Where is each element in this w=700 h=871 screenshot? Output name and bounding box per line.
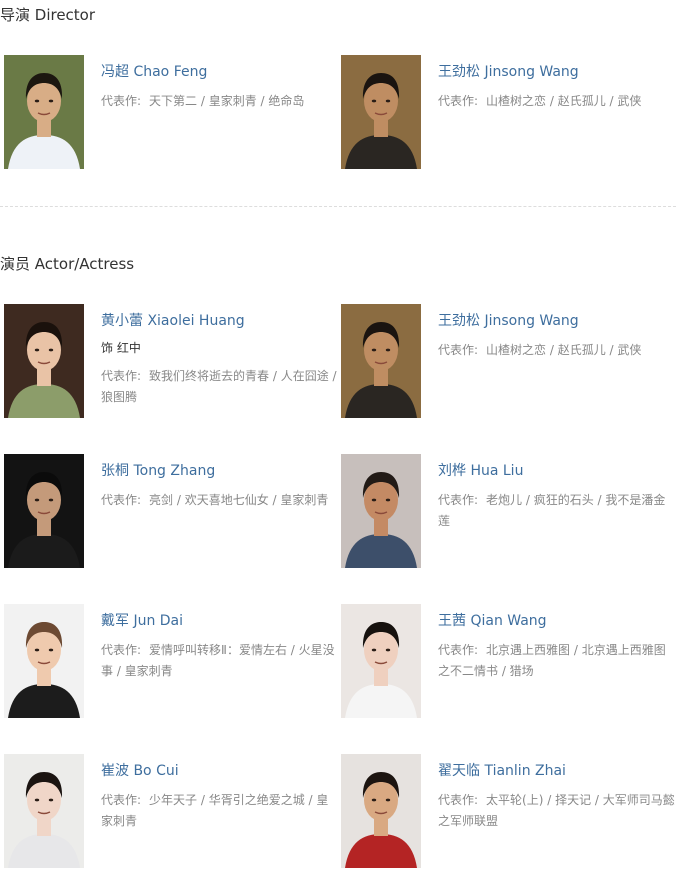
actor-name-link[interactable]: 刘桦 Hua Liu bbox=[438, 462, 676, 480]
director-info: 王劲松 Jinsong Wang 代表作: 山楂树之恋 / 赵氏孤儿 / 武侠 bbox=[438, 63, 676, 112]
works-label: 代表作: bbox=[101, 493, 142, 507]
director-photo[interactable] bbox=[4, 55, 84, 169]
actor-photo[interactable] bbox=[4, 454, 84, 568]
actor-info: 刘桦 Hua Liu 代表作: 老炮儿 / 疯狂的石头 / 我不是潘金莲 bbox=[438, 462, 676, 532]
actor-card: 崔波 Bo Cui 代表作: 少年天子 / 华胥引之绝爱之城 / 皇家刺青 bbox=[4, 754, 340, 870]
director-card: 冯超 Chao Feng 代表作: 天下第二 / 皇家刺青 / 绝命岛 bbox=[4, 55, 340, 171]
director-name-link[interactable]: 冯超 Chao Feng bbox=[101, 63, 339, 81]
section-divider bbox=[0, 206, 676, 207]
representative-works: 代表作: 太平轮(上) / 择天记 / 大军师司马懿之军师联盟 bbox=[438, 790, 676, 832]
actor-photo[interactable] bbox=[341, 754, 421, 868]
actor-info: 王茜 Qian Wang 代表作: 北京遇上西雅图 / 北京遇上西雅图之不二情书 /… bbox=[438, 612, 676, 682]
actor-name-link[interactable]: 张桐 Tong Zhang bbox=[101, 462, 339, 480]
works-label: 代表作: bbox=[438, 94, 479, 108]
actor-name-link[interactable]: 戴军 Jun Dai bbox=[101, 612, 339, 630]
director-section-title: 导演 Director bbox=[0, 6, 96, 24]
works-list: 山楂树之恋 / 赵氏孤儿 / 武侠 bbox=[486, 343, 642, 357]
actor-name-link[interactable]: 崔波 Bo Cui bbox=[101, 762, 339, 780]
works-label: 代表作: bbox=[438, 643, 479, 657]
actor-card: 王劲松 Jinsong Wang 代表作: 山楂树之恋 / 赵氏孤儿 / 武侠 bbox=[341, 304, 677, 420]
actor-card: 王茜 Qian Wang 代表作: 北京遇上西雅图 / 北京遇上西雅图之不二情书 /… bbox=[341, 604, 677, 720]
actor-info: 黄小蕾 Xiaolei Huang 饰 红中代表作: 致我们终将逝去的青春 / 人在… bbox=[101, 312, 339, 408]
role-text: 饰 红中 bbox=[101, 341, 141, 355]
director-card: 王劲松 Jinsong Wang 代表作: 山楂树之恋 / 赵氏孤儿 / 武侠 bbox=[341, 55, 677, 171]
actor-info: 张桐 Tong Zhang 代表作: 亮剑 / 欢天喜地七仙女 / 皇家刺青 bbox=[101, 462, 339, 511]
works-label: 代表作: bbox=[438, 493, 479, 507]
actor-name-link[interactable]: 王劲松 Jinsong Wang bbox=[438, 312, 676, 330]
works-label: 代表作: bbox=[438, 793, 479, 807]
representative-works: 代表作: 山楂树之恋 / 赵氏孤儿 / 武侠 bbox=[438, 340, 676, 361]
works-label: 代表作: bbox=[101, 369, 142, 383]
works-label: 代表作: bbox=[101, 643, 142, 657]
representative-works: 代表作: 亮剑 / 欢天喜地七仙女 / 皇家刺青 bbox=[101, 490, 339, 511]
representative-works: 代表作: 天下第二 / 皇家刺青 / 绝命岛 bbox=[101, 91, 339, 112]
actor-section-title: 演员 Actor/Actress bbox=[0, 255, 135, 273]
actor-info: 戴军 Jun Dai 代表作: 爱情呼叫转移Ⅱ：爱情左右 / 火星没事 / 皇家刺青 bbox=[101, 612, 339, 682]
actor-card: 刘桦 Hua Liu 代表作: 老炮儿 / 疯狂的石头 / 我不是潘金莲 bbox=[341, 454, 677, 570]
works-label: 代表作: bbox=[101, 94, 142, 108]
works-list: 亮剑 / 欢天喜地七仙女 / 皇家刺青 bbox=[149, 493, 329, 507]
actor-name-link[interactable]: 黄小蕾 Xiaolei Huang bbox=[101, 312, 339, 330]
actor-info: 崔波 Bo Cui 代表作: 少年天子 / 华胥引之绝爱之城 / 皇家刺青 bbox=[101, 762, 339, 832]
actor-card: 戴军 Jun Dai 代表作: 爱情呼叫转移Ⅱ：爱情左右 / 火星没事 / 皇家刺青 bbox=[4, 604, 340, 720]
works-list: 天下第二 / 皇家刺青 / 绝命岛 bbox=[149, 94, 305, 108]
actor-info: 翟天临 Tianlin Zhai 代表作: 太平轮(上) / 择天记 / 大军师司马… bbox=[438, 762, 676, 832]
representative-works: 代表作: 北京遇上西雅图 / 北京遇上西雅图之不二情书 / 猎场 bbox=[438, 640, 676, 682]
director-name-link[interactable]: 王劲松 Jinsong Wang bbox=[438, 63, 676, 81]
actor-photo[interactable] bbox=[341, 304, 421, 418]
representative-works: 代表作: 少年天子 / 华胥引之绝爱之城 / 皇家刺青 bbox=[101, 790, 339, 832]
actor-info: 王劲松 Jinsong Wang 代表作: 山楂树之恋 / 赵氏孤儿 / 武侠 bbox=[438, 312, 676, 361]
representative-works: 代表作: 山楂树之恋 / 赵氏孤儿 / 武侠 bbox=[438, 91, 676, 112]
works-list: 山楂树之恋 / 赵氏孤儿 / 武侠 bbox=[486, 94, 642, 108]
actor-photo[interactable] bbox=[341, 604, 421, 718]
representative-works: 代表作: 爱情呼叫转移Ⅱ：爱情左右 / 火星没事 / 皇家刺青 bbox=[101, 640, 339, 682]
actor-photo[interactable] bbox=[4, 754, 84, 868]
actor-photo[interactable] bbox=[4, 604, 84, 718]
representative-works: 代表作: 致我们终将逝去的青春 / 人在囧途 / 狼图腾 bbox=[101, 366, 339, 408]
actor-name-link[interactable]: 翟天临 Tianlin Zhai bbox=[438, 762, 676, 780]
actor-name-link[interactable]: 王茜 Qian Wang bbox=[438, 612, 676, 630]
representative-works: 代表作: 老炮儿 / 疯狂的石头 / 我不是潘金莲 bbox=[438, 490, 676, 532]
actor-card: 黄小蕾 Xiaolei Huang 饰 红中代表作: 致我们终将逝去的青春 / 人在… bbox=[4, 304, 340, 420]
actor-photo[interactable] bbox=[4, 304, 84, 418]
actor-card: 翟天临 Tianlin Zhai 代表作: 太平轮(上) / 择天记 / 大军师司马… bbox=[341, 754, 677, 870]
director-photo[interactable] bbox=[341, 55, 421, 169]
actor-photo[interactable] bbox=[341, 454, 421, 568]
director-info: 冯超 Chao Feng 代表作: 天下第二 / 皇家刺青 / 绝命岛 bbox=[101, 63, 339, 112]
works-label: 代表作: bbox=[438, 343, 479, 357]
works-label: 代表作: bbox=[101, 793, 142, 807]
actor-card: 张桐 Tong Zhang 代表作: 亮剑 / 欢天喜地七仙女 / 皇家刺青 bbox=[4, 454, 340, 570]
